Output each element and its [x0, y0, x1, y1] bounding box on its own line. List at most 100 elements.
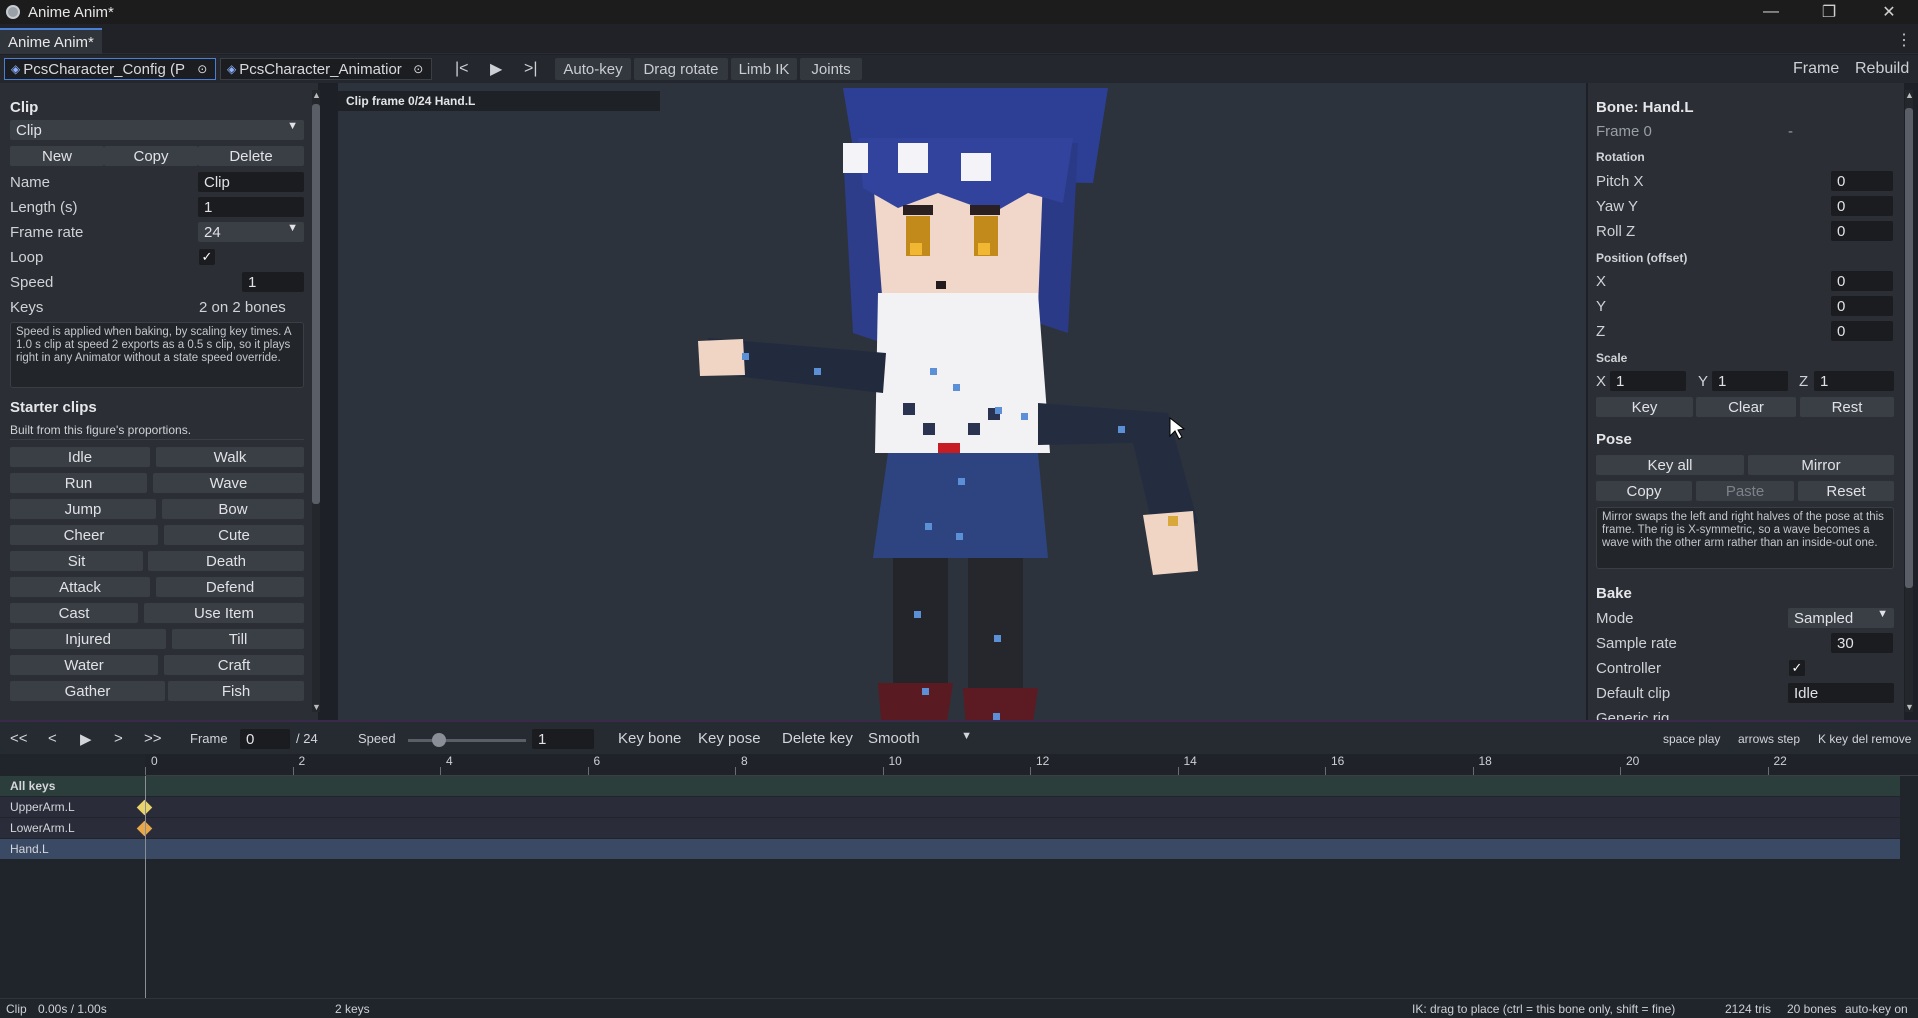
track-upperarm[interactable]: UpperArm.L — [0, 797, 1900, 817]
starter-run-button[interactable]: Run — [10, 473, 147, 493]
playhead[interactable] — [145, 776, 146, 998]
character-model[interactable] — [338, 83, 1586, 720]
scene-tab-animation[interactable]: ◈ PcsCharacter_Animatior ⊙ — [220, 58, 432, 80]
more-menu-icon[interactable]: ⋮ — [1896, 30, 1912, 50]
scroll-down-icon[interactable]: ▼ — [1905, 702, 1914, 712]
delete-clip-button[interactable]: Delete — [198, 146, 304, 166]
scroll-up-icon[interactable]: ▲ — [312, 90, 321, 100]
starter-till-button[interactable]: Till — [172, 629, 304, 649]
track-all-keys[interactable]: All keys — [0, 776, 1900, 796]
key-bone-button[interactable]: Key — [1596, 397, 1693, 417]
copy-pose-button[interactable]: Copy — [1596, 481, 1692, 501]
new-clip-button[interactable]: New — [10, 146, 104, 166]
speed-slider-track[interactable] — [408, 739, 526, 742]
clip-select[interactable]: Clip ▼ — [10, 120, 304, 140]
starter-cute-button[interactable]: Cute — [164, 525, 304, 545]
speed-slider-handle[interactable] — [431, 733, 446, 747]
starter-bow-button[interactable]: Bow — [162, 499, 304, 519]
timeline-ruler[interactable]: 0 2 4 6 8 10 12 14 16 18 20 22 — [145, 754, 1918, 776]
loop-checkbox[interactable]: ✓ — [199, 249, 215, 265]
jump-start-button[interactable]: << — [10, 730, 28, 747]
viewport-3d[interactable]: Clip frame 0/24 Hand.L — [338, 83, 1586, 720]
step-back-button[interactable]: < — [48, 730, 57, 747]
inspector-scrollbar[interactable]: ▲ ▼ — [1905, 90, 1914, 712]
starter-jump-button[interactable]: Jump — [10, 499, 156, 519]
starter-cheer-button[interactable]: Cheer — [10, 525, 158, 545]
close-tab-icon[interactable]: ⊙ — [413, 62, 423, 76]
sample-rate-field[interactable]: 30 — [1831, 633, 1893, 653]
ruler-tick — [1030, 767, 1031, 775]
mirror-button[interactable]: Mirror — [1748, 455, 1894, 475]
delete-key-button[interactable]: Delete key — [782, 730, 853, 747]
starter-gather-button[interactable]: Gather — [10, 681, 165, 701]
left-scroll-thumb[interactable] — [312, 104, 320, 504]
close-tab-icon[interactable]: ⊙ — [197, 62, 207, 76]
mode-select[interactable]: Sampled ▼ — [1788, 608, 1894, 628]
drag-rotate-button[interactable]: Drag rotate — [634, 58, 728, 80]
default-clip-field[interactable]: Idle — [1788, 683, 1894, 703]
speed-field[interactable]: 1 — [242, 272, 304, 292]
copy-clip-button[interactable]: Copy — [104, 146, 198, 166]
starter-use-item-button[interactable]: Use Item — [144, 603, 304, 623]
scale-y-field[interactable]: 1 — [1712, 371, 1788, 391]
scale-x-field[interactable]: 1 — [1610, 371, 1686, 391]
speed-field[interactable]: 1 — [532, 729, 594, 749]
starter-fish-button[interactable]: Fish — [168, 681, 304, 701]
starter-wave-button[interactable]: Wave — [153, 473, 304, 493]
close-button[interactable]: ✕ — [1866, 0, 1912, 24]
joints-button[interactable]: Joints — [800, 58, 862, 80]
track-lowerarm[interactable]: LowerArm.L — [0, 818, 1900, 838]
rest-bone-button[interactable]: Rest — [1800, 397, 1894, 417]
jump-end-button[interactable]: >> — [144, 730, 162, 747]
frame-button[interactable]: Frame — [1793, 58, 1839, 80]
rebuild-button[interactable]: Rebuild — [1855, 58, 1909, 80]
scroll-down-icon[interactable]: ▼ — [312, 702, 321, 712]
starter-cast-button[interactable]: Cast — [10, 603, 138, 623]
play-button[interactable]: ▶ — [490, 58, 502, 80]
starter-defend-button[interactable]: Defend — [156, 577, 304, 597]
pos-z-field[interactable]: 0 — [1831, 321, 1893, 341]
name-field[interactable]: Clip — [198, 172, 304, 192]
paste-pose-button[interactable]: Paste — [1696, 481, 1794, 501]
first-frame-button[interactable]: |< — [455, 58, 469, 80]
controller-checkbox[interactable]: ✓ — [1789, 660, 1805, 676]
starter-attack-button[interactable]: Attack — [10, 577, 150, 597]
starter-sit-button[interactable]: Sit — [10, 551, 143, 571]
length-field[interactable]: 1 — [198, 197, 304, 217]
starter-idle-button[interactable]: Idle — [10, 447, 150, 467]
reset-pose-button[interactable]: Reset — [1798, 481, 1894, 501]
track-hand[interactable]: Hand.L — [0, 839, 1900, 859]
yaw-field[interactable]: 0 — [1831, 196, 1893, 216]
scroll-up-icon[interactable]: ▲ — [1905, 90, 1914, 100]
frame-field[interactable]: 0 — [240, 729, 290, 749]
pos-x-field[interactable]: 0 — [1831, 271, 1893, 291]
key-all-button[interactable]: Key all — [1596, 455, 1744, 475]
inspector-scroll-thumb[interactable] — [1905, 108, 1913, 588]
timeline-play-button[interactable]: ▶ — [80, 730, 92, 748]
scale-z-field[interactable]: 1 — [1814, 371, 1894, 391]
tab-anime-anim[interactable]: Anime Anim* — [0, 28, 102, 54]
maximize-button[interactable]: ❐ — [1806, 0, 1852, 24]
pitch-field[interactable]: 0 — [1831, 171, 1893, 191]
joint-marker — [1118, 426, 1125, 433]
key-bone-button[interactable]: Key bone — [618, 730, 681, 747]
interpolation-select[interactable]: Smooth ▼ — [868, 730, 972, 747]
clear-bone-button[interactable]: Clear — [1696, 397, 1796, 417]
starter-craft-button[interactable]: Craft — [164, 655, 304, 675]
eye-shine — [910, 243, 922, 255]
auto-key-button[interactable]: Auto-key — [555, 58, 631, 80]
starter-walk-button[interactable]: Walk — [156, 447, 304, 467]
roll-field[interactable]: 0 — [1831, 221, 1893, 241]
starter-death-button[interactable]: Death — [148, 551, 304, 571]
minimize-button[interactable]: — — [1748, 0, 1794, 24]
scene-tab-config[interactable]: ◈ PcsCharacter_Config (P ⊙ — [4, 58, 216, 80]
left-scrollbar[interactable]: ▲ ▼ — [312, 90, 321, 712]
starter-injured-button[interactable]: Injured — [10, 629, 166, 649]
framerate-select[interactable]: 24 ▼ — [198, 222, 304, 242]
starter-water-button[interactable]: Water — [10, 655, 158, 675]
limb-ik-button[interactable]: Limb IK — [731, 58, 797, 80]
pos-y-field[interactable]: 0 — [1831, 296, 1893, 316]
step-forward-button[interactable]: > — [114, 730, 123, 747]
key-pose-button[interactable]: Key pose — [698, 730, 761, 747]
last-frame-button[interactable]: >| — [524, 58, 538, 80]
